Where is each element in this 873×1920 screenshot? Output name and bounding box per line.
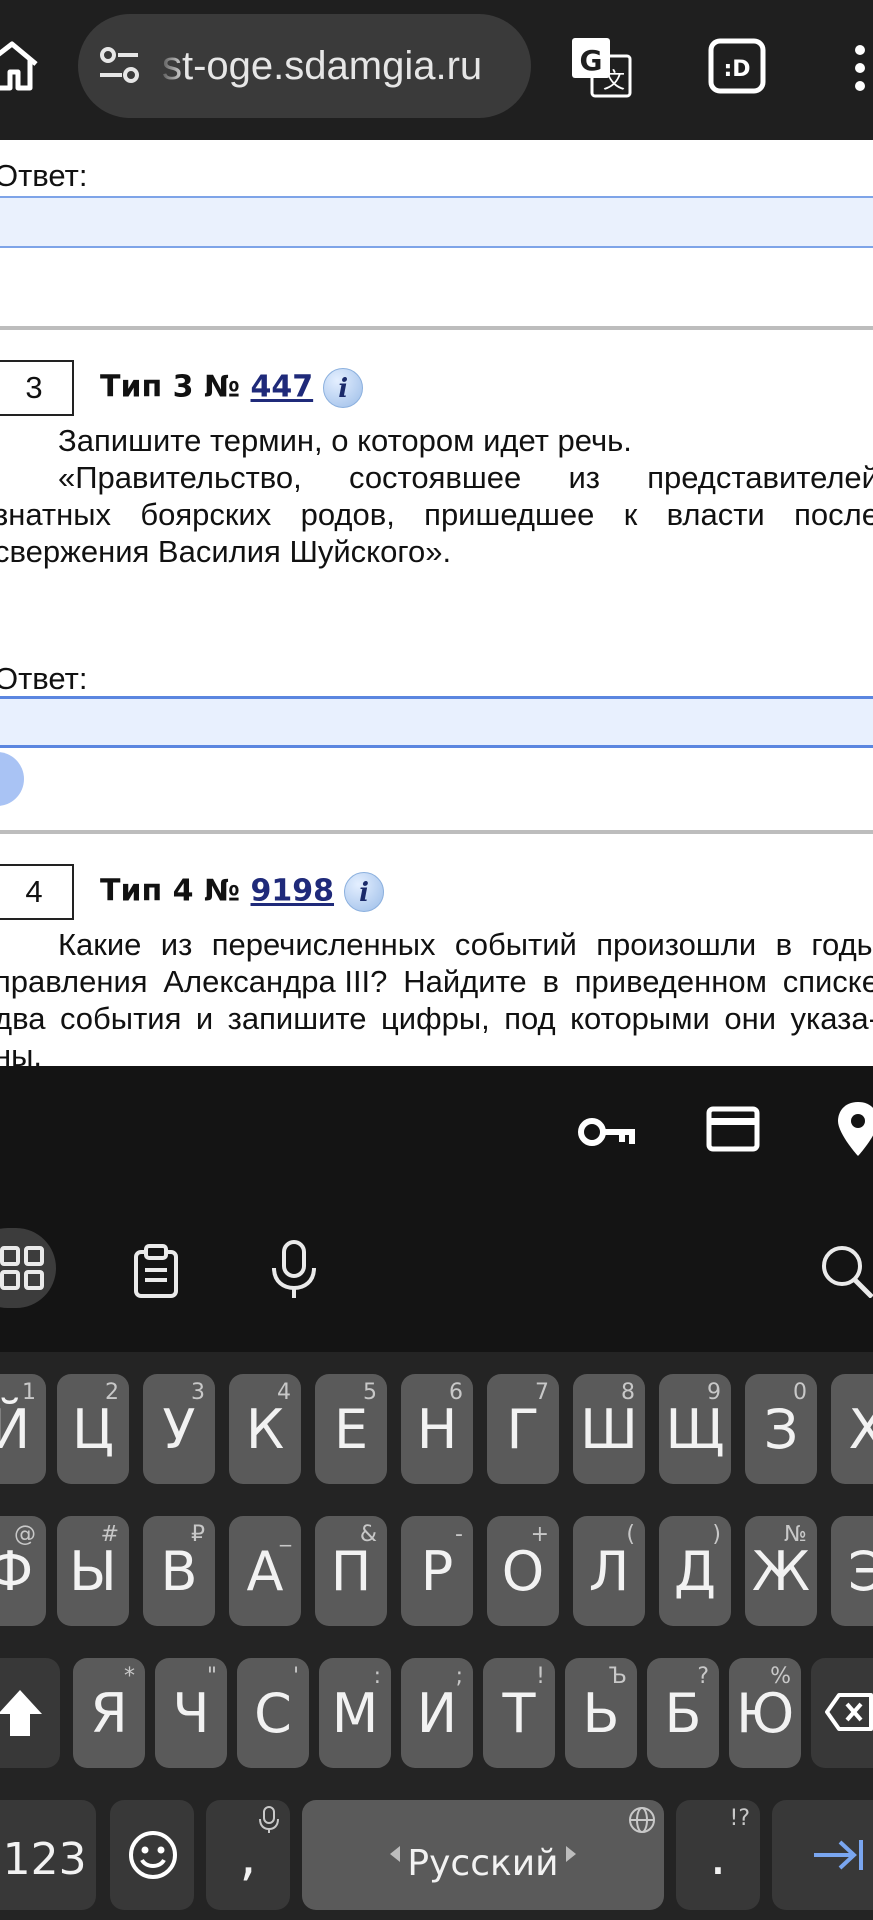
key[interactable]: ; И — [401, 1658, 473, 1768]
clipboard-icon[interactable] — [132, 1244, 180, 1298]
question-text-line: Какие из перечисленных событий произошли в год… — [58, 927, 873, 962]
site-settings-icon[interactable] — [98, 44, 142, 88]
key[interactable]: + О — [487, 1516, 559, 1626]
key[interactable]: 0З — [745, 1374, 817, 1484]
backspace-key[interactable] — [811, 1658, 873, 1768]
password-key-icon[interactable] — [576, 1110, 636, 1154]
key[interactable]: 7Г — [487, 1374, 559, 1484]
apps-grid-button[interactable] — [0, 1228, 56, 1308]
key[interactable]: ) Д — [659, 1516, 731, 1626]
key[interactable]: (Л — [573, 1516, 645, 1626]
question-text-line: ны. — [0, 1038, 43, 1066]
question-number-box: 4 — [0, 864, 74, 920]
key[interactable]: 1Й — [0, 1374, 46, 1484]
key[interactable]: 4К — [229, 1374, 301, 1484]
key[interactable]: Х — [831, 1374, 873, 1484]
keyboard-toolbar — [0, 1200, 873, 1352]
question-type: Тип 3 № — [100, 369, 251, 405]
key[interactable]: ' С — [237, 1658, 309, 1768]
key[interactable]: ? Б — [647, 1658, 719, 1768]
answer-input-q3[interactable] — [0, 696, 873, 748]
key[interactable]: # Ы — [57, 1516, 129, 1626]
emoji-key[interactable] — [110, 1800, 194, 1910]
question-text-line: два события и запишите цифры, под которыми они у… — [0, 1001, 873, 1036]
key[interactable]: _ А — [229, 1516, 301, 1626]
location-pin-icon[interactable] — [836, 1100, 873, 1158]
key[interactable]: 3У — [143, 1374, 215, 1484]
apps-grid-icon — [0, 1246, 44, 1290]
comma-key[interactable]: , — [206, 1800, 290, 1910]
key[interactable]: ! Т — [483, 1658, 555, 1768]
period-key[interactable]: !?. — [676, 1800, 760, 1910]
payment-card-icon[interactable] — [706, 1106, 760, 1152]
answer-label: Ответ: — [0, 158, 88, 193]
symbols-key[interactable]: ?123 — [0, 1800, 96, 1910]
shift-icon — [0, 1690, 42, 1736]
emoji-icon — [129, 1831, 177, 1879]
question-header: Тип 3 № 447 i — [100, 368, 364, 408]
page-content: Ответ: 3 Тип 3 № 447 i Запишите термин, о… — [0, 140, 873, 1066]
info-icon[interactable]: i — [344, 872, 385, 912]
key[interactable]: @ Ф — [0, 1516, 46, 1626]
globe-icon — [629, 1807, 655, 1833]
key[interactable]: 9Щ — [659, 1374, 731, 1484]
translate-icon[interactable]: G 文 — [570, 36, 632, 98]
language-right-icon — [566, 1846, 576, 1862]
browser-toolbar: st-oge.sdamgia.ru G 文 :D — [0, 0, 873, 140]
home-icon[interactable] — [0, 40, 40, 92]
key[interactable]: 8Ш — [573, 1374, 645, 1484]
space-language-label: Русский — [407, 1843, 559, 1884]
question-text-line: знатных боярских родов, пришедшее к власти пос… — [0, 497, 873, 532]
question-text-line: «Правительство, состоявшее из представителе… — [58, 460, 873, 495]
key[interactable]: -Р — [401, 1516, 473, 1626]
svg-text:文: 文 — [603, 69, 625, 94]
divider — [0, 830, 873, 834]
key[interactable]: 6Н — [401, 1374, 473, 1484]
question-text-line: правления Александра III? Найдите в приведен… — [0, 964, 873, 999]
keyboard-keys: 1Й 2Ц 3У 4К 5Е 6Н 7Г 8Ш 9Щ 0З Х @ Ф # Ы ₽ В… — [0, 1352, 873, 1920]
question-type: Тип 4 № — [100, 873, 251, 909]
autofill-bar — [0, 1066, 873, 1200]
question-number-box: 3 — [0, 360, 74, 416]
more-options-icon[interactable] — [850, 44, 870, 92]
key[interactable]: 2Ц — [57, 1374, 129, 1484]
info-icon[interactable]: i — [323, 368, 364, 408]
tab-switcher-icon[interactable]: :D — [708, 38, 766, 94]
key[interactable]: " Ч — [155, 1658, 227, 1768]
next-arrow-icon — [814, 1840, 863, 1870]
next-key[interactable] — [772, 1800, 873, 1910]
answer-input-q2[interactable] — [0, 196, 873, 248]
key[interactable]: Э — [831, 1516, 873, 1626]
question-text-line: свержения Василия Шуйского». — [0, 534, 452, 569]
shift-key[interactable] — [0, 1658, 60, 1768]
key[interactable]: % Ю — [729, 1658, 801, 1768]
svg-text::D: :D — [723, 57, 750, 82]
key[interactable]: * Я — [73, 1658, 145, 1768]
url-fade — [156, 14, 186, 118]
url-text: st-oge.sdamgia.ru — [162, 44, 483, 88]
keyboard: 1Й 2Ц 3У 4К 5Е 6Н 7Г 8Ш 9Щ 0З Х @ Ф # Ы ₽ В… — [0, 1066, 873, 1920]
key[interactable]: ЪЬ — [565, 1658, 637, 1768]
cursor-handle[interactable] — [0, 752, 24, 806]
divider — [0, 326, 873, 330]
key[interactable]: ₽ В — [143, 1516, 215, 1626]
problem-id-link[interactable]: 447 — [251, 370, 314, 405]
question-header: Тип 4 № 9198 i — [100, 872, 385, 912]
search-icon[interactable] — [820, 1244, 873, 1298]
microphone-icon[interactable] — [270, 1240, 318, 1300]
question-text-line: Запишите термин, о котором идет речь. — [58, 423, 632, 458]
key[interactable]: 5Е — [315, 1374, 387, 1484]
address-bar[interactable]: st-oge.sdamgia.ru — [78, 14, 531, 118]
svg-text:G: G — [580, 44, 603, 77]
problem-id-link[interactable]: 9198 — [251, 874, 335, 909]
key[interactable]: & П — [315, 1516, 387, 1626]
space-key[interactable]: Русский — [302, 1800, 664, 1910]
key[interactable]: :М — [319, 1658, 391, 1768]
backspace-icon — [825, 1693, 873, 1731]
key[interactable]: № Ж — [745, 1516, 817, 1626]
answer-label: Ответ: — [0, 661, 88, 696]
